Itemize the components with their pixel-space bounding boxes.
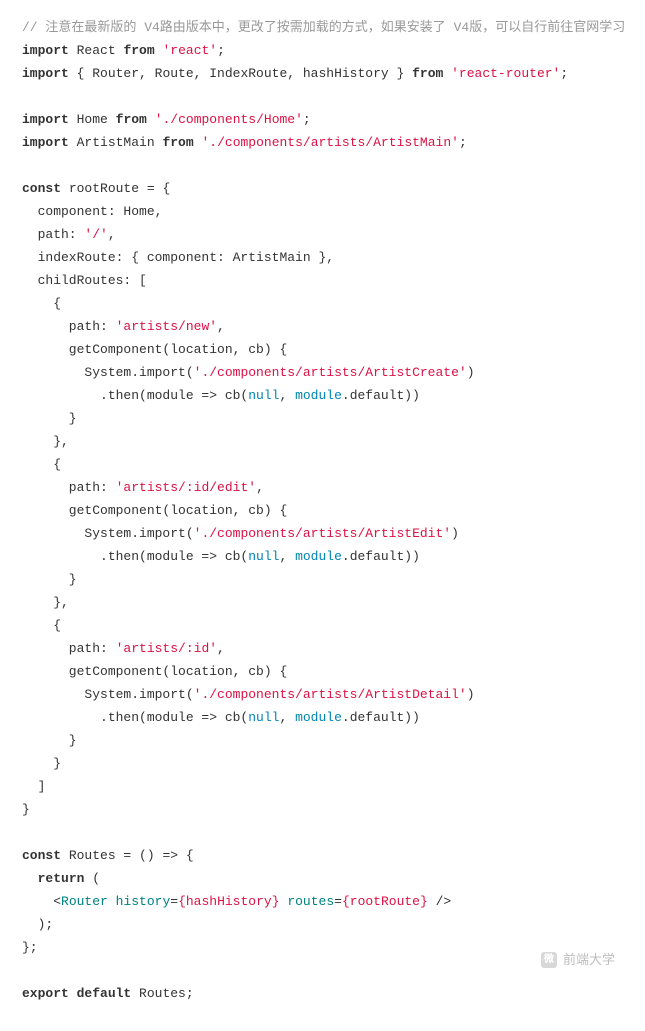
module-string: './components/artists/ArtistDetail': [194, 687, 467, 702]
module-string: 'react-router': [451, 66, 560, 81]
line: );: [22, 917, 53, 932]
jsx-lead: <: [22, 894, 61, 909]
line-tail: (: [84, 871, 100, 886]
kw-import: import: [22, 66, 69, 81]
kw-import: import: [22, 43, 69, 58]
line: getComponent(location, cb) {: [22, 342, 287, 357]
jsx-tail: />: [428, 894, 451, 909]
import-name: ArtistMain: [77, 135, 155, 150]
line-tail: ): [451, 526, 459, 541]
line: {: [22, 457, 61, 472]
space: [108, 894, 116, 909]
line-tail: .default)): [342, 710, 420, 725]
null-literal: null: [248, 388, 279, 403]
line: getComponent(location, cb) {: [22, 664, 287, 679]
path-string: 'artists/:id': [116, 641, 217, 656]
line-tail: .default)): [342, 549, 420, 564]
comment-line: // 注意在最新版的 V4路由版本中，更改了按需加载的方式，如果安装了 V4版，…: [22, 20, 625, 35]
path-string: 'artists/new': [116, 319, 217, 334]
line-lead: path:: [22, 480, 116, 495]
kw-return: return: [38, 871, 85, 886]
kw-default: default: [77, 986, 132, 1001]
kw-from: from: [162, 135, 193, 150]
line: childRoutes: [: [22, 273, 147, 288]
kw-import: import: [22, 135, 69, 150]
brace: {: [178, 894, 186, 909]
null-literal: null: [248, 549, 279, 564]
line-tail: ): [467, 687, 475, 702]
line: indexRoute: { component: ArtistMain },: [22, 250, 334, 265]
line-lead: path:: [22, 641, 116, 656]
line: }: [22, 411, 77, 426]
eq: =: [334, 894, 342, 909]
watermark: 微 前端大学: [541, 948, 615, 971]
jsx-tag: Router: [61, 894, 108, 909]
line: }: [22, 733, 77, 748]
line-tail: .default)): [342, 388, 420, 403]
decl-text: Routes = () => {: [69, 848, 194, 863]
line: }: [22, 802, 30, 817]
null-literal: null: [248, 710, 279, 725]
line-lead: path:: [22, 319, 116, 334]
line-lead: .then(module => cb(: [22, 388, 248, 403]
code-block: // 注意在最新版的 V4路由版本中，更改了按需加载的方式，如果安装了 V4版，…: [0, 0, 645, 1031]
kw-from: from: [123, 43, 154, 58]
path-string: '/': [84, 227, 107, 242]
jsx-val: hashHistory: [186, 894, 272, 909]
line-mid: ,: [279, 549, 295, 564]
path-string: 'artists/:id/edit': [116, 480, 256, 495]
wechat-icon: 微: [541, 952, 557, 968]
line: ]: [22, 779, 45, 794]
semi: ;: [459, 135, 467, 150]
module-string: './components/Home': [155, 112, 303, 127]
line-lead: .then(module => cb(: [22, 710, 248, 725]
kw-const: const: [22, 848, 61, 863]
line: getComponent(location, cb) {: [22, 503, 287, 518]
kw-const: const: [22, 181, 61, 196]
kw-from: from: [412, 66, 443, 81]
kw-import: import: [22, 112, 69, 127]
watermark-text: 前端大学: [563, 948, 615, 971]
module-token: module: [295, 388, 342, 403]
brace: }: [420, 894, 428, 909]
line: }: [22, 572, 77, 587]
eq: =: [170, 894, 178, 909]
import-names: { Router, Route, IndexRoute, hashHistory…: [77, 66, 405, 81]
line: }: [22, 756, 61, 771]
line: {: [22, 296, 61, 311]
module-token: module: [295, 549, 342, 564]
jsx-attr: routes: [287, 894, 334, 909]
semi: ;: [560, 66, 568, 81]
line-lead: System.import(: [22, 526, 194, 541]
line: component: Home,: [22, 204, 162, 219]
kw-from: from: [116, 112, 147, 127]
semi: ;: [217, 43, 225, 58]
import-name: React: [77, 43, 116, 58]
semi: ;: [303, 112, 311, 127]
line-lead: System.import(: [22, 687, 194, 702]
line-lead: System.import(: [22, 365, 194, 380]
line: },: [22, 434, 69, 449]
line-lead: path:: [22, 227, 84, 242]
line: },: [22, 595, 69, 610]
jsx-val: rootRoute: [350, 894, 420, 909]
module-string: './components/artists/ArtistMain': [201, 135, 458, 150]
module-token: module: [295, 710, 342, 725]
decl-text: rootRoute = {: [69, 181, 170, 196]
brace: }: [272, 894, 280, 909]
module-string: './components/artists/ArtistEdit': [194, 526, 451, 541]
brace: {: [342, 894, 350, 909]
line-mid: ,: [279, 388, 295, 403]
line: };: [22, 940, 38, 955]
export-rest: Routes;: [139, 986, 194, 1001]
line-mid: ,: [279, 710, 295, 725]
line: {: [22, 618, 61, 633]
line-tail: ): [467, 365, 475, 380]
module-string: './components/artists/ArtistCreate': [194, 365, 467, 380]
jsx-attr: history: [116, 894, 171, 909]
kw-export: export: [22, 986, 69, 1001]
line-lead: .then(module => cb(: [22, 549, 248, 564]
module-string: 'react': [162, 43, 217, 58]
import-name: Home: [77, 112, 108, 127]
